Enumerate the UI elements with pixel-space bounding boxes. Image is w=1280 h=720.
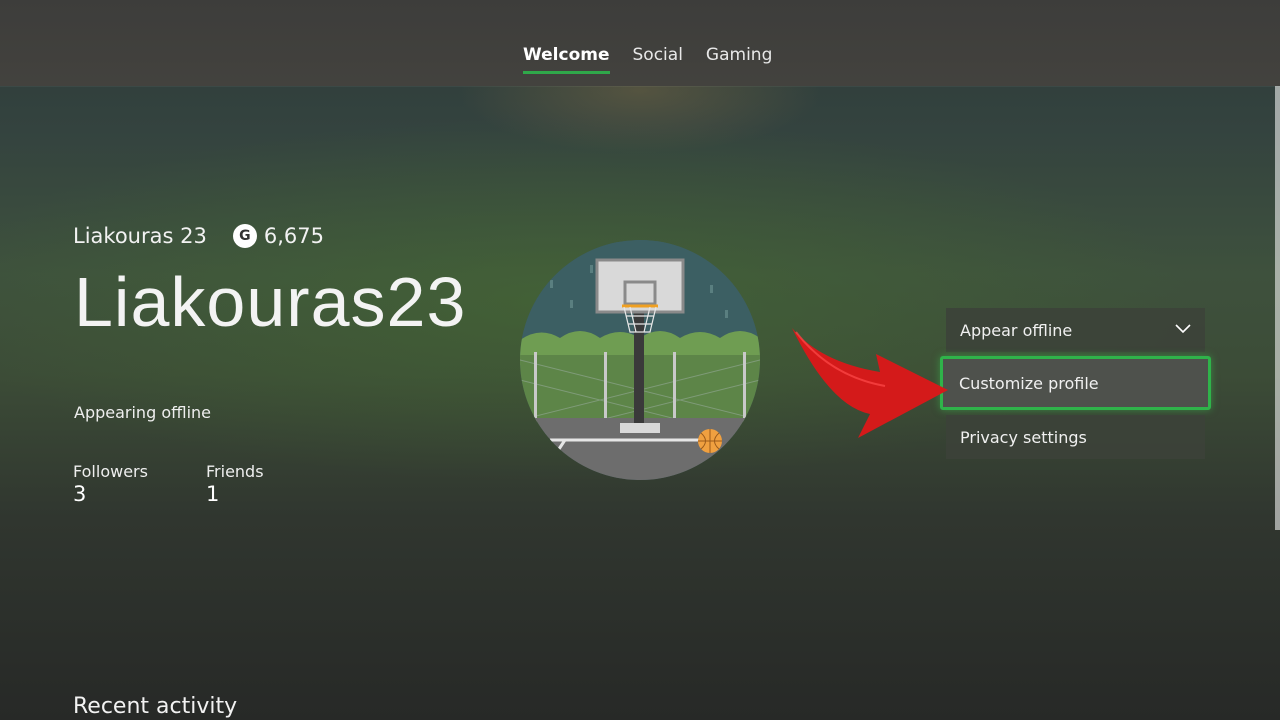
tab-welcome[interactable]: Welcome bbox=[523, 45, 610, 74]
gamertag-row: Liakouras 23 G 6,675 bbox=[73, 224, 324, 248]
privacy-settings-button[interactable]: Privacy settings bbox=[946, 415, 1205, 459]
recent-activity-heading: Recent activity bbox=[73, 694, 238, 719]
basketball-court-gamerpic-icon bbox=[520, 240, 760, 480]
scrollbar[interactable] bbox=[1275, 86, 1280, 530]
red-annotation-arrow-icon bbox=[792, 328, 948, 438]
customize-profile-label: Customize profile bbox=[959, 373, 1099, 393]
privacy-settings-label: Privacy settings bbox=[960, 427, 1087, 447]
presence-status: Appearing offline bbox=[74, 403, 211, 422]
followers-stat[interactable]: Followers 3 bbox=[73, 462, 148, 506]
avatar[interactable] bbox=[520, 240, 760, 480]
gamerscore-icon: G bbox=[232, 224, 257, 248]
friends-count: 1 bbox=[206, 482, 220, 506]
tab-strip: Welcome Social Gaming bbox=[523, 45, 772, 74]
customize-profile-button[interactable]: Customize profile bbox=[940, 356, 1211, 410]
appear-offline-dropdown[interactable]: Appear offline bbox=[946, 308, 1205, 352]
friends-label: Friends bbox=[206, 462, 264, 481]
tab-social[interactable]: Social bbox=[633, 45, 683, 65]
followers-label: Followers bbox=[73, 462, 148, 481]
gamerscore-value: 6,675 bbox=[263, 224, 324, 248]
gamertag-label: Liakouras 23 bbox=[73, 224, 207, 248]
profile-gamertag-title: Liakouras23 bbox=[74, 263, 467, 341]
followers-count: 3 bbox=[73, 482, 87, 506]
friends-stat[interactable]: Friends 1 bbox=[206, 462, 264, 506]
tab-gaming[interactable]: Gaming bbox=[706, 45, 772, 65]
chevron-down-icon bbox=[1175, 324, 1191, 334]
appear-offline-label: Appear offline bbox=[960, 320, 1073, 340]
top-nav-bar: Welcome Social Gaming bbox=[0, 0, 1280, 86]
